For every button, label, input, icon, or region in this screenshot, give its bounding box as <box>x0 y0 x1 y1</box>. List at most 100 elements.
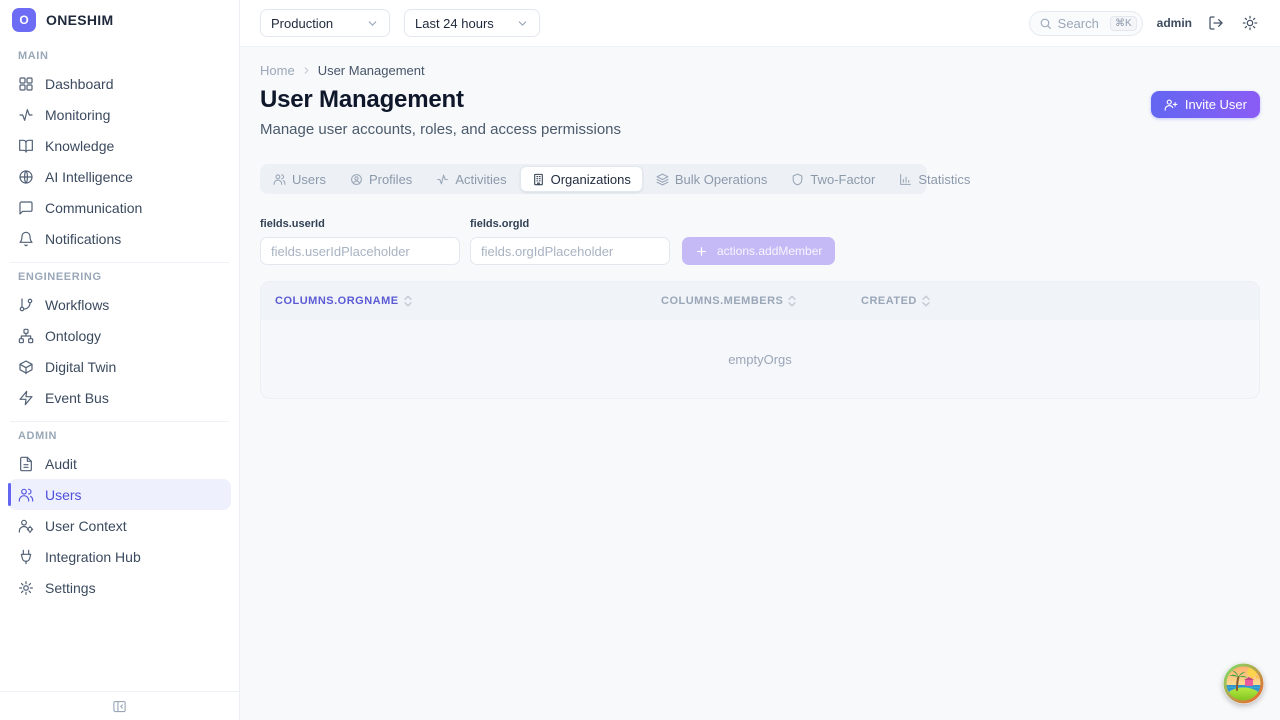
plus-icon <box>695 245 708 258</box>
sidebar-item-user-context[interactable]: User Context <box>8 510 231 541</box>
sidebar-item-label: Communication <box>45 200 142 216</box>
zap-icon <box>18 390 34 406</box>
sidebar-item-ontology[interactable]: Ontology <box>8 320 231 351</box>
org-id-input[interactable] <box>470 237 670 265</box>
main-area: Production Last 24 hours Search ⌘K admin… <box>240 0 1280 720</box>
sidebar-item-settings[interactable]: Settings <box>8 572 231 603</box>
section-label-engineering: ENGINEERING <box>8 263 231 289</box>
sidebar-item-communication[interactable]: Communication <box>8 192 231 223</box>
message-square-icon <box>18 200 34 216</box>
environment-select[interactable]: Production <box>260 9 390 37</box>
tab-profiles[interactable]: Profiles <box>339 166 423 192</box>
sidebar-item-label: Monitoring <box>45 107 110 123</box>
sidebar-item-label: Settings <box>45 580 96 596</box>
sort-icon <box>922 295 930 307</box>
sidebar-collapse-button[interactable] <box>112 699 127 714</box>
sort-icon <box>404 295 412 307</box>
sidebar-item-label: Notifications <box>45 231 121 247</box>
page-title: User Management <box>260 86 621 114</box>
bar-chart-icon <box>899 173 912 186</box>
user-plus-icon <box>1164 98 1178 112</box>
column-header-created[interactable]: CREATED <box>861 295 930 307</box>
book-open-icon <box>18 138 34 154</box>
sidebar-item-dashboard[interactable]: Dashboard <box>8 68 231 99</box>
tab-two-factor[interactable]: Two-Factor <box>780 166 886 192</box>
column-header-orgname[interactable]: COLUMNS.ORGNAME <box>261 295 661 307</box>
theme-toggle-sun-icon[interactable] <box>1240 13 1260 33</box>
sidebar-item-users[interactable]: Users <box>8 479 231 510</box>
chevron-down-icon <box>516 17 529 30</box>
sidebar-item-ai-intelligence[interactable]: AI Intelligence <box>8 161 231 192</box>
sidebar-item-integration-hub[interactable]: Integration Hub <box>8 541 231 572</box>
column-header-members[interactable]: COLUMNS.MEMBERS <box>661 295 861 307</box>
network-icon <box>18 328 34 344</box>
sidebar-item-knowledge[interactable]: Knowledge <box>8 130 231 161</box>
sidebar-item-label: Integration Hub <box>45 549 141 565</box>
sidebar-item-label: Digital Twin <box>45 359 116 375</box>
tab-activities[interactable]: Activities <box>425 166 517 192</box>
tab-label: Activities <box>455 172 506 187</box>
logout-button[interactable] <box>1206 13 1226 33</box>
island-widget-button[interactable] <box>1223 663 1264 704</box>
grid-icon <box>18 76 34 92</box>
tab-label: Two-Factor <box>810 172 875 187</box>
app-logo-icon: O <box>12 8 36 32</box>
tab-label: Users <box>292 172 326 187</box>
search-shortcut-badge: ⌘K <box>1110 16 1137 31</box>
sidebar-item-event-bus[interactable]: Event Bus <box>8 382 231 413</box>
breadcrumb-current: User Management <box>318 63 425 78</box>
chevron-down-icon <box>366 17 379 30</box>
plug-icon <box>18 549 34 565</box>
org-id-label: fields.orgId <box>470 218 670 230</box>
gear-icon <box>18 580 34 596</box>
tab-bar: Users Profiles Activities Organizations … <box>260 164 927 194</box>
breadcrumb: Home User Management <box>260 63 1260 78</box>
tab-users[interactable]: Users <box>262 166 337 192</box>
shield-icon <box>791 173 804 186</box>
activity-icon <box>436 173 449 186</box>
page-content: Home User Management User Management Man… <box>240 47 1280 399</box>
tab-statistics[interactable]: Statistics <box>888 166 981 192</box>
invite-user-label: Invite User <box>1185 97 1247 112</box>
add-member-form: fields.userId fields.orgId actions.addMe… <box>260 218 1260 265</box>
sidebar-footer <box>0 691 239 720</box>
app-name: ONESHIM <box>46 12 113 28</box>
sidebar-item-notifications[interactable]: Notifications <box>8 223 231 254</box>
sidebar-item-audit[interactable]: Audit <box>8 448 231 479</box>
section-label-main: MAIN <box>8 42 231 68</box>
tab-label: Profiles <box>369 172 412 187</box>
chevron-right-icon <box>301 65 312 76</box>
organizations-table: COLUMNS.ORGNAME COLUMNS.MEMBERS CREATED … <box>260 281 1260 399</box>
sidebar-item-workflows[interactable]: Workflows <box>8 289 231 320</box>
sidebar-item-monitoring[interactable]: Monitoring <box>8 99 231 130</box>
page-subtitle: Manage user accounts, roles, and access … <box>260 121 621 138</box>
search-input[interactable]: Search ⌘K <box>1029 11 1143 36</box>
time-range-value: Last 24 hours <box>415 16 494 31</box>
add-member-label: actions.addMember <box>717 244 822 258</box>
sidebar-item-digital-twin[interactable]: Digital Twin <box>8 351 231 382</box>
column-label: COLUMNS.ORGNAME <box>275 295 399 307</box>
tab-organizations[interactable]: Organizations <box>520 166 643 192</box>
time-range-select[interactable]: Last 24 hours <box>404 9 540 37</box>
user-id-input[interactable] <box>260 237 460 265</box>
table-header-row: COLUMNS.ORGNAME COLUMNS.MEMBERS CREATED <box>261 282 1259 320</box>
breadcrumb-home-link[interactable]: Home <box>260 63 295 78</box>
topbar: Production Last 24 hours Search ⌘K admin <box>240 0 1280 47</box>
search-placeholder: Search <box>1058 16 1104 31</box>
add-member-button[interactable]: actions.addMember <box>682 237 835 265</box>
user-cog-icon <box>18 518 34 534</box>
sidebar: O ONESHIM MAIN Dashboard Monitoring Know… <box>0 0 240 720</box>
column-label: COLUMNS.MEMBERS <box>661 295 783 307</box>
app-logo: O ONESHIM <box>0 0 239 42</box>
table-empty-state: emptyOrgs <box>261 320 1259 398</box>
sort-icon <box>788 295 796 307</box>
tab-label: Organizations <box>551 172 631 187</box>
sidebar-item-label: Audit <box>45 456 77 472</box>
tab-bulk-operations[interactable]: Bulk Operations <box>645 166 779 192</box>
sidebar-item-label: Dashboard <box>45 76 114 92</box>
user-id-field: fields.userId <box>260 218 460 265</box>
sidebar-item-label: AI Intelligence <box>45 169 133 185</box>
section-label-admin: ADMIN <box>8 422 231 448</box>
tab-label: Statistics <box>918 172 970 187</box>
invite-user-button[interactable]: Invite User <box>1151 91 1260 118</box>
